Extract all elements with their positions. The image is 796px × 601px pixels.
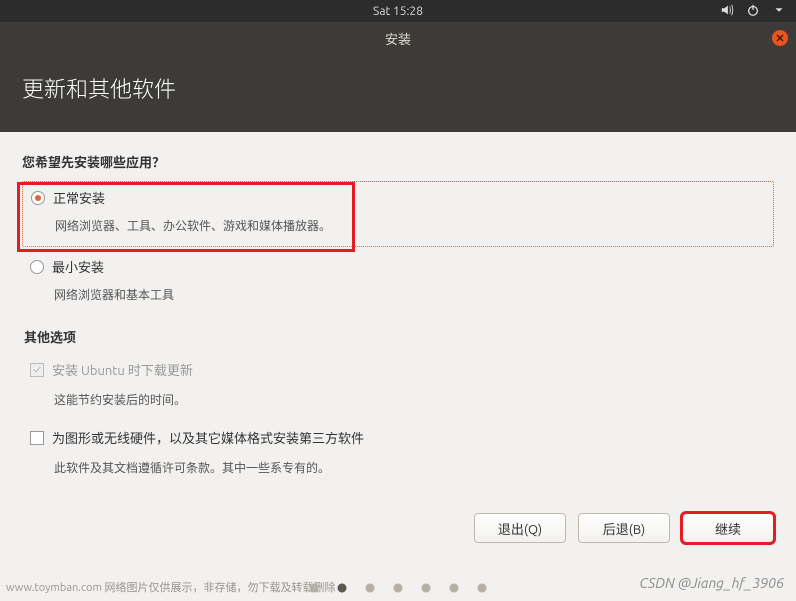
footer-disclaimer: www.toymban.com 网络图片仅供展示，非存储，勿下载及转载删除 (6, 579, 336, 595)
check-thirdparty[interactable]: 为图形或无线硬件，以及其它媒体格式安装第三方软件 (22, 426, 774, 449)
check-download-updates: ✓ 安装 Ubuntu 时下载更新 (22, 358, 774, 381)
system-topbar: Sat 15:28 (0, 0, 796, 22)
option-normal-install[interactable]: 正常安装 网络浏览器、工具、办公软件、游戏和媒体播放器。 (22, 181, 774, 247)
question-label: 您希望先安装哪些应用？ (22, 152, 774, 171)
volume-icon[interactable] (720, 3, 734, 20)
check-download-label: 安装 Ubuntu 时下载更新 (52, 360, 193, 379)
quit-button[interactable]: 退出(Q) (474, 513, 566, 543)
option-minimal-install[interactable]: 最小安装 网络浏览器和基本工具 (22, 251, 774, 315)
radio-minimal-install[interactable] (30, 260, 44, 274)
check-download-desc: 这能节约安装后的时间。 (54, 391, 774, 408)
watermark-text: CSDN @Jiang_hf_3906 (639, 575, 784, 591)
radio-normal-install[interactable] (31, 191, 45, 205)
window-titlebar: 安装 (0, 22, 796, 54)
check-thirdparty-label: 为图形或无线硬件，以及其它媒体格式安装第三方软件 (52, 428, 364, 447)
option-minimal-label: 最小安装 (52, 257, 104, 276)
check-thirdparty-desc: 此软件及其文档遵循许可条款。其中一些系专有的。 (54, 459, 774, 476)
option-minimal-desc: 网络浏览器和基本工具 (54, 286, 766, 303)
dropdown-icon[interactable] (772, 3, 786, 20)
window-title: 安装 (385, 29, 411, 48)
checkbox-download-updates: ✓ (30, 363, 44, 377)
system-tray (720, 3, 786, 20)
window-close-button[interactable] (772, 30, 788, 46)
option-normal-label: 正常安装 (53, 188, 105, 207)
button-row: 退出(Q) 后退(B) 继续 (474, 513, 774, 543)
main-content: 您希望先安装哪些应用？ 正常安装 网络浏览器、工具、办公软件、游戏和媒体播放器。… (0, 132, 796, 504)
continue-button[interactable]: 继续 (682, 513, 774, 543)
option-normal-desc: 网络浏览器、工具、办公软件、游戏和媒体播放器。 (55, 217, 765, 234)
clock-text: Sat 15:28 (373, 5, 423, 18)
step-dots: ●●●●●●● (309, 580, 487, 595)
page-header: 更新和其他软件 (0, 54, 796, 132)
checkbox-thirdparty[interactable] (30, 431, 44, 445)
other-options-title: 其他选项 (24, 327, 774, 346)
page-title: 更新和其他软件 (22, 77, 176, 102)
back-button[interactable]: 后退(B) (578, 513, 670, 543)
power-icon[interactable] (746, 3, 760, 20)
